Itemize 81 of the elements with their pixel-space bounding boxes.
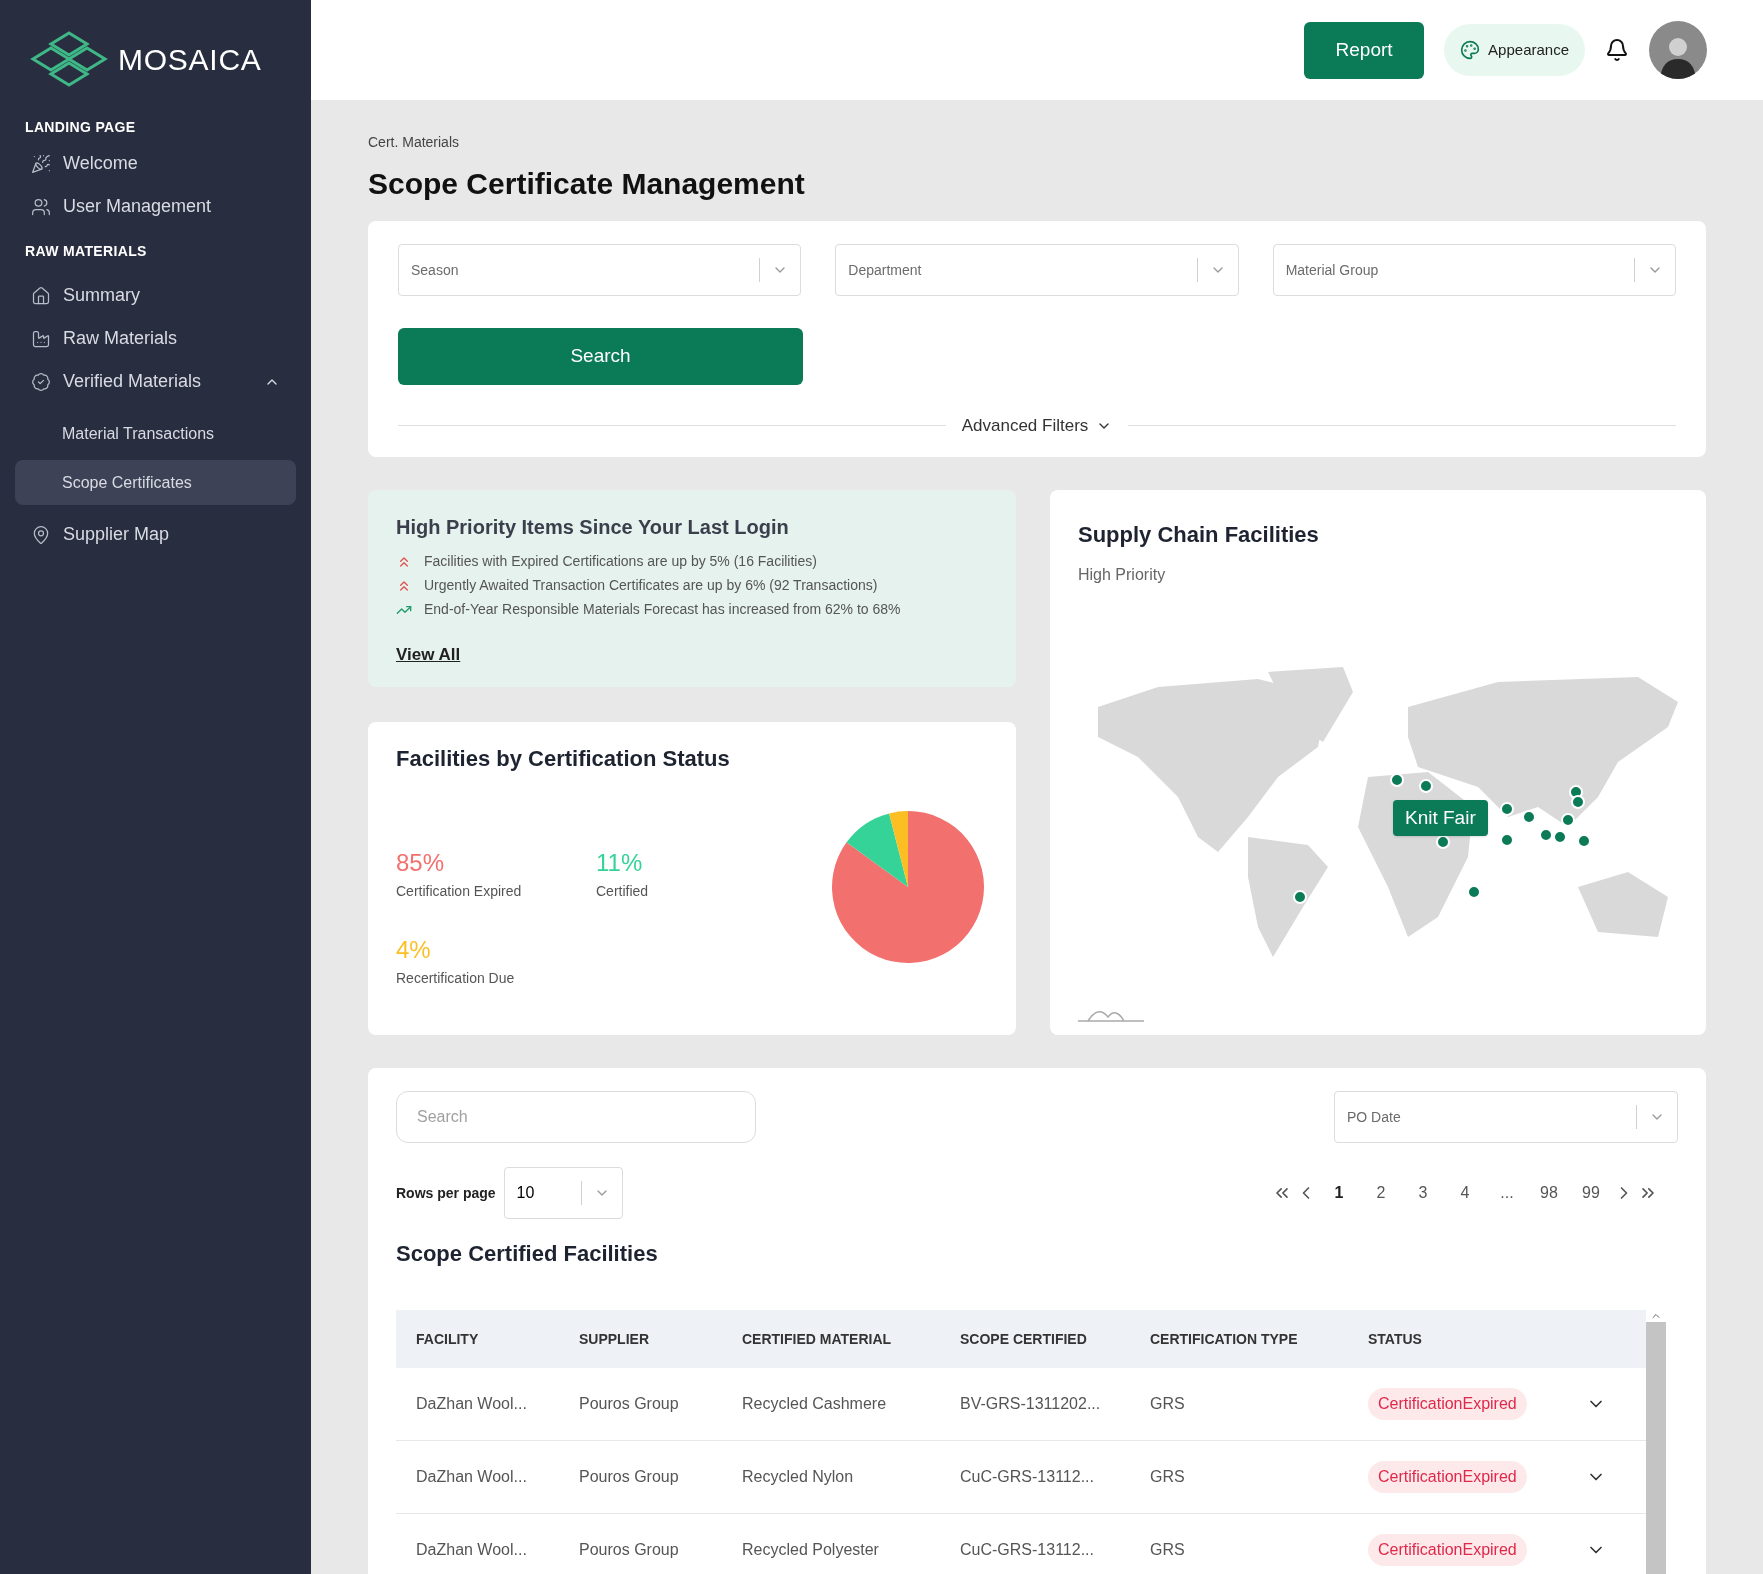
- stat-value: 85%: [396, 848, 446, 878]
- section-heading: RAW MATERIALS: [24, 241, 148, 261]
- priority-item: Facilities with Expired Certifications are up by 5% (16 Facilities): [424, 552, 817, 571]
- status-badge: CertificationExpired: [1368, 1388, 1527, 1420]
- search-field[interactable]: Search: [396, 1091, 756, 1143]
- table-cell-text: DaZhan Wool...: [416, 1540, 528, 1560]
- logo-text: MOSAICA: [118, 41, 262, 78]
- report-button[interactable]: Report: [1304, 21, 1425, 79]
- table-cell-text: DaZhan Wool...: [416, 1467, 528, 1487]
- sidebar-subitem[interactable]: Material Transactions: [15, 411, 296, 456]
- sidebar-item[interactable]: Welcome: [15, 142, 296, 185]
- card-title: High Priority Items Since Your Last Login: [396, 514, 790, 540]
- column-header: STATUS: [1368, 1329, 1423, 1349]
- page-button[interactable]: 98: [1530, 1181, 1568, 1205]
- column-header: SUPPLIER: [579, 1329, 650, 1349]
- notification-bell-icon[interactable]: [1605, 38, 1629, 62]
- sidebar-item[interactable]: Raw Materials: [15, 317, 296, 360]
- page-button[interactable]: 1: [1320, 1181, 1358, 1205]
- breadcrumb[interactable]: Cert. Materials: [368, 132, 1706, 153]
- stat-value: 11%: [596, 848, 644, 878]
- select-field[interactable]: Department: [835, 244, 1239, 296]
- page-button[interactable]: 3: [1404, 1181, 1442, 1205]
- stat-label: Certification Expired: [396, 882, 523, 901]
- card-title: Supply Chain Facilities: [1078, 520, 1320, 549]
- table-cell-text: Recycled Polyester: [742, 1540, 880, 1560]
- status-badge: CertificationExpired: [1368, 1534, 1527, 1566]
- page-button[interactable]: 2: [1362, 1181, 1400, 1205]
- table-cell-text: CuC-GRS-13112...: [960, 1467, 1095, 1487]
- stat-label: Certified: [596, 882, 650, 901]
- page-title: Scope Certificate Management: [368, 166, 806, 202]
- status-badge: CertificationExpired: [1368, 1461, 1527, 1493]
- view-all-link[interactable]: View All: [396, 641, 461, 667]
- sidebar-item[interactable]: Supplier Map: [15, 513, 296, 556]
- column-header: CERTIFIED MATERIAL: [742, 1329, 893, 1349]
- sidebar-item[interactable]: Verified Materials: [15, 360, 296, 403]
- palette-icon: [1460, 40, 1481, 60]
- nav-icon: [31, 371, 51, 392]
- sidebar-item[interactable]: Summary: [15, 274, 296, 317]
- nav-icon: [31, 524, 51, 545]
- table-cell-text: GRS: [1150, 1540, 1186, 1560]
- column-header: FACILITY: [416, 1329, 480, 1349]
- nav-icon: [31, 153, 51, 174]
- card-subtitle: High Priority: [1078, 564, 1167, 585]
- select-field[interactable]: Material Group: [1272, 244, 1676, 296]
- page-button[interactable]: ...: [1488, 1181, 1526, 1205]
- page-button[interactable]: 99: [1572, 1181, 1610, 1205]
- priority-item: Urgently Awaited Transaction Certificates are up by 6% (92 Transactions): [424, 576, 878, 595]
- stat-label: Recertification Due: [396, 969, 516, 988]
- user-avatar[interactable]: [1649, 21, 1707, 79]
- table-cell-text: CuC-GRS-13112...: [960, 1540, 1095, 1560]
- table-cell-text: GRS: [1150, 1394, 1186, 1414]
- section-heading: LANDING PAGE: [24, 117, 137, 137]
- select-field[interactable]: Season: [398, 244, 802, 296]
- stat-value: 4%: [396, 935, 432, 965]
- map-tooltip: Knit Fair: [1393, 799, 1488, 836]
- table-cell-text: Recycled Cashmere: [742, 1394, 888, 1414]
- nav-icon: [31, 328, 51, 349]
- select-field[interactable]: PO Date: [1334, 1091, 1678, 1143]
- rows-per-page-select[interactable]: 10: [503, 1167, 623, 1219]
- rows-per-page-label: Rows per page: [396, 1183, 496, 1203]
- column-header: SCOPE CERTIFIED: [960, 1329, 1088, 1349]
- nav-icon: [31, 285, 51, 306]
- column-header: CERTIFICATION TYPE: [1150, 1329, 1299, 1349]
- table-cell-text: Pouros Group: [579, 1394, 680, 1414]
- search-button[interactable]: Search: [398, 328, 803, 385]
- table-cell-text: BV-GRS-1311202...: [960, 1394, 1102, 1414]
- appearance-button[interactable]: Appearance: [1444, 24, 1585, 76]
- table-cell-text: Pouros Group: [579, 1467, 680, 1487]
- table-cell-text: Recycled Nylon: [742, 1467, 855, 1487]
- table-cell-text: GRS: [1150, 1467, 1186, 1487]
- sidebar-subitem[interactable]: Scope Certificates: [15, 460, 296, 505]
- sidebar-item[interactable]: User Management: [15, 185, 296, 228]
- card-title: Facilities by Certification Status: [396, 745, 731, 773]
- table-cell-text: Pouros Group: [579, 1540, 680, 1560]
- table-title: Scope Certified Facilities: [396, 1240, 659, 1268]
- advanced-filters-toggle[interactable]: Advanced Filters: [961, 413, 1113, 439]
- table-cell-text: DaZhan Wool...: [416, 1394, 528, 1414]
- page-button[interactable]: 4: [1446, 1181, 1484, 1205]
- priority-item: End-of-Year Responsible Materials Forecast has increased from 62% to 68%: [424, 600, 901, 619]
- logo-icon: [28, 30, 110, 88]
- nav-icon: [31, 196, 51, 217]
